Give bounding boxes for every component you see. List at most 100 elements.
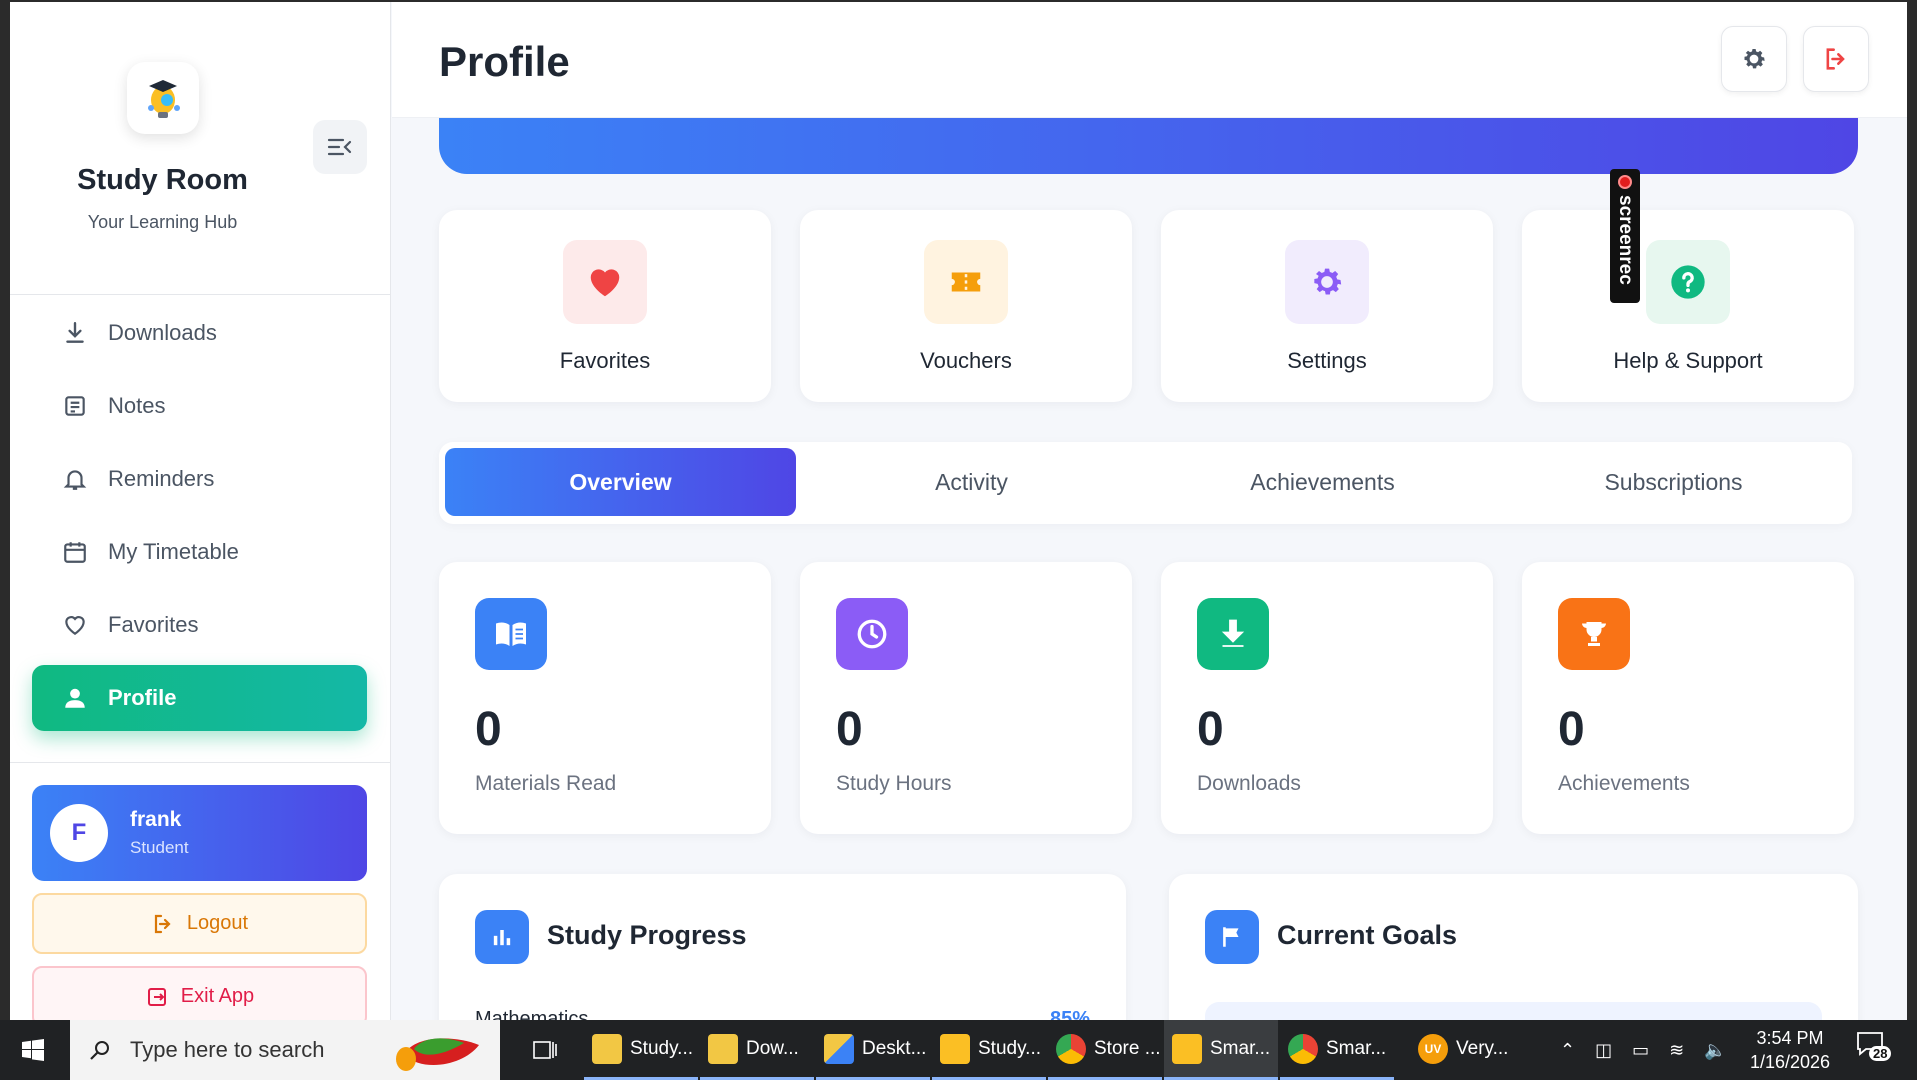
tab-overview[interactable]: Overview	[445, 448, 796, 516]
task-view-button[interactable]	[520, 1020, 570, 1080]
battery-icon[interactable]: ▭	[1632, 1040, 1649, 1061]
app-logo	[127, 62, 199, 134]
quick-action-label: Favorites	[559, 348, 651, 373]
quick-action-favorites[interactable]: Favorites	[439, 210, 771, 402]
stat-value: 0	[475, 703, 502, 756]
avatar: F	[50, 804, 108, 862]
quick-action-label: Vouchers	[920, 348, 1012, 373]
quick-action-label: Help & Support	[1613, 348, 1763, 373]
sidebar-item-label: Downloads	[108, 320, 217, 345]
taskbar-app-study-room[interactable]: Study...	[932, 1020, 1046, 1080]
sidebar-item-label: Notes	[108, 393, 166, 418]
heart-icon	[563, 240, 647, 324]
gear-icon	[1285, 240, 1369, 324]
chevron-up-icon[interactable]: ⌃	[1560, 1040, 1575, 1061]
ticket-icon	[924, 240, 1008, 324]
quick-action-vouchers[interactable]: Vouchers	[800, 210, 1132, 402]
sidebar-item-my-timetable[interactable]: My Timetable	[32, 519, 367, 585]
download-icon	[66, 322, 84, 343]
search-placeholder: Type here to search	[130, 1037, 325, 1062]
taskbar-app-downloads-folder[interactable]: Dow...	[700, 1020, 814, 1080]
sidebar-item-reminders[interactable]: Reminders	[32, 446, 367, 512]
record-icon	[1618, 175, 1632, 189]
taskbar-app-label: Smar...	[1326, 1037, 1387, 1059]
app-icon	[940, 1033, 970, 1064]
main-content: Profile Favorites Vouchers Settings Help…	[392, 2, 1907, 1020]
sidebar-item-downloads[interactable]: Downloads	[32, 300, 367, 366]
logout-top-button[interactable]	[1803, 26, 1869, 92]
app-window: Study Room Your Learning Hub Downloads N…	[10, 2, 1907, 1020]
uv-icon: UV	[1418, 1033, 1448, 1064]
clock-date: 1/16/2026	[1749, 1052, 1831, 1072]
logout-icon	[154, 914, 171, 933]
taskbar-app-study-folder[interactable]: Study...	[584, 1020, 698, 1080]
app-icon	[1172, 1033, 1202, 1064]
taskbar-app-desktop-folder[interactable]: Deskt...	[816, 1020, 930, 1080]
taskbar-weather[interactable]: UV Very...	[1410, 1020, 1540, 1080]
taskbar-app-label: Store ...	[1094, 1037, 1161, 1059]
clock-icon	[836, 598, 908, 670]
stat-label: Achievements	[1558, 772, 1690, 795]
logout-button[interactable]: Logout	[32, 893, 367, 954]
stat-value: 0	[836, 703, 863, 756]
quick-action-settings[interactable]: Settings	[1161, 210, 1493, 402]
tab-activity[interactable]: Activity	[796, 448, 1147, 516]
brand-subtitle: Your Learning Hub	[87, 212, 238, 232]
exit-app-button[interactable]: Exit App	[32, 966, 367, 1020]
wifi-icon[interactable]: ≋	[1669, 1040, 1684, 1061]
stat-card-achievements: 0 Achievements	[1522, 562, 1854, 834]
windows-icon	[22, 1039, 44, 1061]
bar-chart-icon	[475, 910, 529, 964]
download-icon	[1197, 598, 1269, 670]
taskbar-app-label: Dow...	[746, 1037, 799, 1059]
study-progress-card: Study Progress Mathematics 85%	[439, 874, 1126, 1020]
task-view-icon	[533, 1041, 557, 1059]
taskbar-app-label: Study...	[630, 1037, 694, 1059]
device-icon[interactable]: ◫	[1595, 1040, 1612, 1061]
taskbar-app-label: Smar...	[1210, 1037, 1271, 1059]
system-tray: ⌃ ◫ ▭ ≋ 🔈	[1560, 1020, 1727, 1080]
taskbar-app-label: Study...	[978, 1037, 1042, 1059]
taskbar-app-label: Deskt...	[862, 1037, 927, 1059]
sidebar-item-profile[interactable]: Profile	[32, 665, 367, 731]
stat-label: Downloads	[1197, 772, 1301, 795]
stat-value: 0	[1197, 703, 1224, 756]
stat-card-downloads: 0 Downloads	[1161, 562, 1493, 834]
quick-action-help-support[interactable]: Help & Support	[1522, 210, 1854, 402]
stat-card-materials-read: 0 Materials Read	[439, 562, 771, 834]
user-role: Student	[130, 838, 189, 857]
user-card[interactable]: F frank Student	[32, 785, 367, 881]
sidebar-item-notes[interactable]: Notes	[32, 373, 367, 439]
sidebar-collapse-button[interactable]	[313, 120, 367, 174]
question-icon	[1646, 240, 1730, 324]
trophy-icon	[1558, 598, 1630, 670]
clock[interactable]: 3:54 PM 1/16/2026	[1735, 1026, 1845, 1074]
notification-center-button[interactable]: 28	[1855, 1030, 1895, 1070]
taskbar-app-chrome-smart[interactable]: Smar...	[1280, 1020, 1394, 1080]
sidebar-item-favorites[interactable]: Favorites	[32, 592, 367, 658]
taskbar-app-chrome-store[interactable]: Store ...	[1048, 1020, 1162, 1080]
goal-item	[1205, 1002, 1822, 1020]
divider	[10, 294, 391, 295]
chrome-icon	[1288, 1033, 1318, 1064]
tab-subscriptions[interactable]: Subscriptions	[1498, 448, 1849, 516]
subject-label: Mathematics	[475, 1008, 589, 1020]
calendar-icon	[64, 542, 86, 563]
taskbar-app-smart-app[interactable]: Smar...	[1164, 1020, 1278, 1080]
screenrec-label: screenrec	[1615, 195, 1636, 285]
sidebar: Study Room Your Learning Hub Downloads N…	[10, 2, 391, 1020]
sidebar-item-label: Reminders	[108, 466, 215, 491]
volume-icon[interactable]: 🔈	[1704, 1040, 1726, 1061]
start-button[interactable]	[0, 1020, 66, 1080]
book-icon	[475, 598, 547, 670]
user-name: frank	[130, 808, 182, 831]
taskbar-search[interactable]: Type here to search	[70, 1020, 500, 1080]
search-icon	[90, 1041, 109, 1060]
tab-achievements[interactable]: Achievements	[1147, 448, 1498, 516]
download-folder-icon	[708, 1033, 738, 1064]
settings-button[interactable]	[1721, 26, 1787, 92]
exit-app-label: Exit App	[180, 985, 255, 1007]
heart-icon	[65, 616, 85, 635]
screenrec-overlay[interactable]: screenrec	[1610, 169, 1640, 303]
notification-count: 28	[1869, 1046, 1892, 1061]
